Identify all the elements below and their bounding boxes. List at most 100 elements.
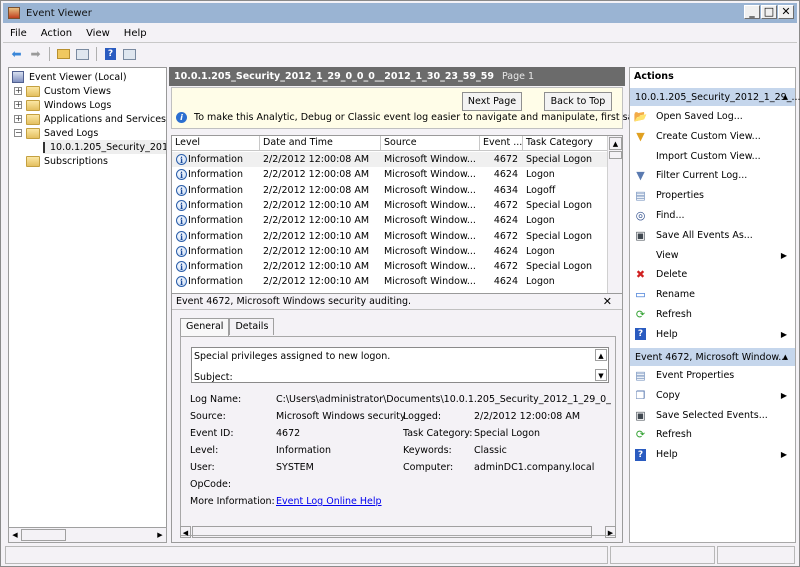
close-icon[interactable]: ✕ [603, 295, 612, 308]
event-description-box[interactable]: Special privileges assigned to new logon… [191, 347, 609, 383]
back-to-top-button[interactable]: Back to Top [544, 92, 612, 111]
action-help[interactable]: ? Help ▶ [630, 445, 795, 464]
action-rename[interactable]: ▭ Rename [630, 285, 795, 304]
scroll-left-icon[interactable]: ◀ [180, 526, 191, 538]
collapse-icon[interactable]: − [14, 129, 22, 137]
tree-item-custom-views[interactable]: + Custom Views [14, 84, 111, 98]
action-help[interactable]: ? Help ▶ [630, 325, 795, 344]
table-row[interactable]: i Information 2/2/2012 12:00:08 AM Microsof… [172, 183, 608, 198]
menu-file[interactable]: File [3, 28, 34, 39]
action-open-saved-log[interactable]: 📂 Open Saved Log... [630, 107, 795, 126]
tab-general[interactable]: General [180, 318, 230, 336]
column-header-event-id[interactable]: Event ... [480, 136, 523, 151]
actions-section-log[interactable]: 10.0.1.205_Security_2012_1_29_... ▲ [630, 88, 800, 106]
expand-icon[interactable]: + [14, 115, 22, 123]
action-create-custom-view[interactable]: ▼ Create Custom View... [630, 127, 795, 146]
menu-view[interactable]: View [79, 28, 117, 39]
table-row[interactable]: i Information 2/2/2012 12:00:10 AM Microsof… [172, 229, 608, 244]
user-value: SYSTEM [276, 462, 314, 473]
log-name-label: Log Name: [190, 394, 242, 405]
table-row[interactable]: i Information 2/2/2012 12:00:08 AM Microsof… [172, 167, 608, 182]
expand-icon[interactable]: + [14, 87, 22, 95]
next-page-button[interactable]: Next Page [462, 92, 522, 111]
collapse-up-icon[interactable]: ▲ [783, 93, 788, 101]
action-delete[interactable]: ✖ Delete [630, 265, 795, 284]
tab-details[interactable]: Details [229, 318, 275, 335]
scroll-right-icon[interactable]: ▶ [155, 529, 165, 541]
collapse-up-icon[interactable]: ▲ [783, 353, 788, 361]
cell-event: 4672 [493, 261, 518, 273]
menu-action[interactable]: Action [34, 28, 79, 39]
help-icon: ? [634, 448, 647, 461]
table-row[interactable]: i Information 2/2/2012 12:00:10 AM Microsof… [172, 198, 608, 213]
tree-item-applications-and-services-logs[interactable]: + Applications and Services Lo [14, 112, 166, 126]
keywords-value: Classic [474, 445, 507, 456]
column-header-task-category[interactable]: Task Category [523, 136, 608, 151]
level-text: Information [188, 154, 243, 165]
cell-level: i Information [172, 169, 260, 181]
table-row[interactable]: i Information 2/2/2012 12:00:10 AM Microsof… [172, 213, 608, 228]
action-label: Save All Events As... [656, 229, 753, 241]
forward-arrow-icon[interactable]: ➡ [28, 47, 43, 61]
scroll-right-icon[interactable]: ▶ [605, 526, 616, 538]
tree-item-saved-log-security[interactable]: 10.0.1.205_Security_2012_ [43, 140, 166, 154]
action-refresh[interactable]: ⟳ Refresh [630, 425, 795, 444]
submenu-arrow-icon: ▶ [780, 250, 787, 260]
tree-item-windows-logs[interactable]: + Windows Logs [14, 98, 111, 112]
action-save-selected-events[interactable]: ▣ Save Selected Events... [630, 406, 795, 425]
action-copy[interactable]: ❐ Copy ▶ [630, 386, 795, 405]
expand-icon[interactable]: + [14, 101, 22, 109]
tree-item-subscriptions[interactable]: Subscriptions [26, 154, 108, 168]
maximize-button[interactable]: □ [761, 5, 777, 19]
description-scrollbar[interactable]: ▲ ▼ [595, 348, 608, 382]
open-folder-icon[interactable] [56, 47, 71, 61]
actions-section-event[interactable]: Event 4672, Microsoft Window... ▲ [630, 348, 795, 366]
detail-tabs: General Details [180, 318, 275, 336]
info-message: i To make this Analytic, Debug or Classi… [176, 112, 666, 123]
scroll-up-icon[interactable]: ▲ [595, 349, 607, 361]
action-label: Refresh [656, 429, 692, 441]
show-hide-console-tree-icon[interactable] [75, 47, 90, 61]
scroll-thumb[interactable] [21, 529, 66, 541]
information-icon: i [176, 215, 187, 227]
table-row[interactable]: i Information 2/2/2012 12:00:10 AM Microsof… [172, 244, 608, 259]
menu-help[interactable]: Help [117, 28, 154, 39]
cell-event: 4672 [493, 154, 518, 165]
table-row[interactable]: i Information 2/2/2012 12:00:08 AM Microsof… [172, 152, 608, 167]
table-row[interactable]: i Information 2/2/2012 12:00:10 AM Microsof… [172, 274, 608, 289]
action-label: View [656, 249, 679, 261]
column-header-level[interactable]: Level [172, 136, 260, 151]
event-id-value: 4672 [276, 428, 301, 439]
column-header-source[interactable]: Source [381, 136, 480, 151]
back-arrow-icon[interactable]: ⬅ [9, 47, 24, 61]
information-icon: i [176, 276, 187, 288]
action-find[interactable]: ◎ Find... [630, 206, 795, 225]
action-import-custom-view[interactable]: Import Custom View... [630, 147, 795, 166]
table-row[interactable]: i Information 2/2/2012 12:00:10 AM Microsof… [172, 259, 608, 274]
scroll-thumb[interactable] [192, 526, 592, 538]
page-indicator: Page 1 [502, 71, 535, 82]
action-save-all-events-as[interactable]: ▣ Save All Events As... [630, 226, 795, 245]
event-detail-title: Event 4672, Microsoft Windows security a… [172, 294, 622, 310]
detail-horizontal-scrollbar[interactable]: ◀ ▶ [180, 526, 616, 539]
scroll-thumb[interactable] [609, 151, 622, 159]
action-properties[interactable]: ▤ Properties [630, 186, 795, 205]
action-filter-current-log[interactable]: ▼ Filter Current Log... [630, 166, 795, 185]
tree-item-saved-logs[interactable]: − Saved Logs [14, 126, 98, 140]
scroll-left-icon[interactable]: ◀ [10, 529, 20, 541]
action-refresh[interactable]: ⟳ Refresh [630, 305, 795, 324]
tree-root-event-viewer-local[interactable]: Event Viewer (Local) [12, 70, 127, 84]
action-view[interactable]: View ▶ [630, 246, 795, 265]
action-event-properties[interactable]: ▤ Event Properties [630, 366, 795, 385]
minimize-button[interactable]: _ [744, 5, 760, 19]
close-button[interactable]: ✕ [778, 5, 794, 19]
show-hide-action-pane-icon[interactable] [122, 47, 137, 61]
tree-horizontal-scrollbar[interactable]: ◀ ▶ [8, 527, 167, 543]
column-header-date-and-time[interactable]: Date and Time [260, 136, 381, 151]
copy-icon: ❐ [635, 388, 646, 402]
event-log-online-help-link[interactable]: Event Log Online Help [276, 496, 382, 507]
scroll-up-icon[interactable]: ▲ [609, 137, 622, 150]
help-icon[interactable]: ? [103, 47, 118, 61]
scroll-down-icon[interactable]: ▼ [595, 369, 607, 381]
properties-icon: ▤ [635, 189, 646, 203]
